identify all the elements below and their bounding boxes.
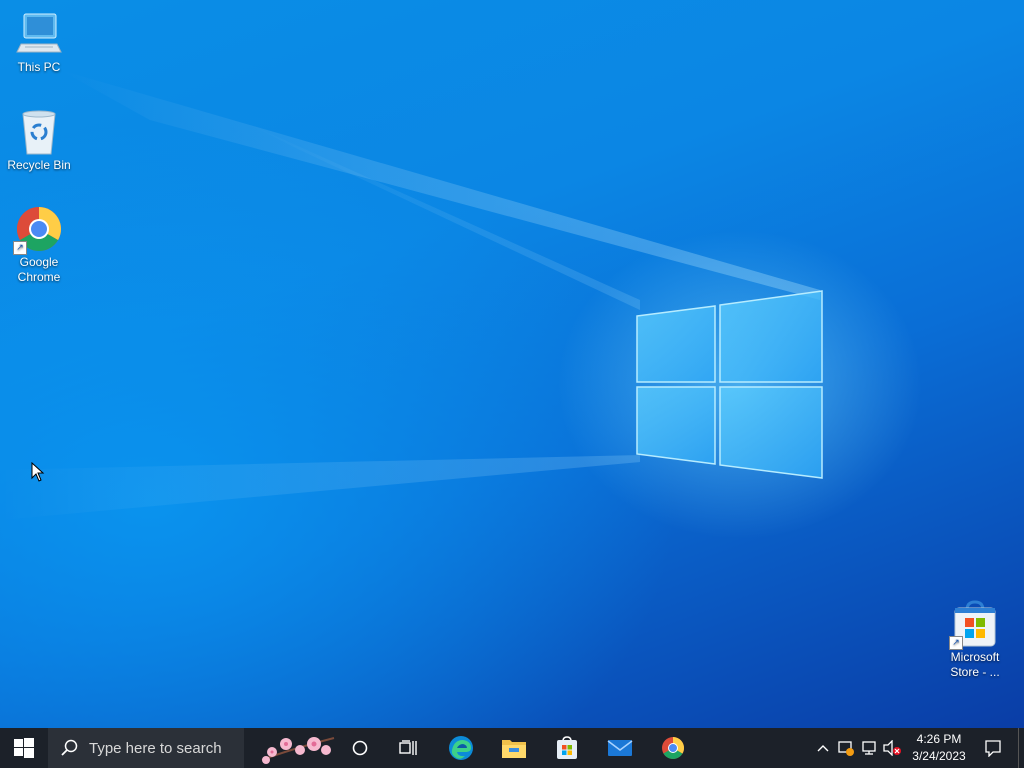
- search-highlights-button[interactable]: [258, 728, 338, 768]
- volume-muted-icon: [883, 740, 901, 756]
- desktop-icon-label: This PC: [17, 60, 61, 74]
- mouse-cursor-icon: [31, 462, 45, 482]
- tray-network-button[interactable]: [858, 728, 880, 768]
- update-warning-icon: [838, 741, 854, 756]
- clock-time: 4:26 PM: [916, 732, 962, 746]
- cortana-button[interactable]: [344, 728, 376, 768]
- start-button[interactable]: [0, 728, 48, 768]
- chevron-up-icon: [817, 745, 829, 752]
- recycle-bin-icon: [15, 108, 63, 156]
- taskbar: Type here to search 4:26 PM 3/24/2023: [0, 728, 1024, 768]
- tray-update-button[interactable]: [835, 728, 857, 768]
- taskbar-edge-button[interactable]: [442, 728, 480, 768]
- clock-date: 3/24/2023: [912, 749, 966, 763]
- file-explorer-icon: [502, 740, 526, 758]
- desktop-icon-microsoft-store[interactable]: ↗ Microsoft Store - ...: [938, 600, 1012, 680]
- chrome-icon: [662, 737, 684, 759]
- network-icon: [862, 741, 876, 755]
- taskbar-store-button[interactable]: [548, 728, 586, 768]
- desktop-icon-label-line1: Microsoft: [950, 650, 1000, 664]
- store-icon: ↗: [949, 600, 999, 650]
- shortcut-arrow-icon: ↗: [949, 636, 963, 650]
- taskbar-clock[interactable]: 4:26 PM 3/24/2023: [904, 728, 974, 768]
- taskbar-chrome-button[interactable]: [654, 728, 692, 768]
- show-hidden-icons-button[interactable]: [812, 728, 834, 768]
- task-view-button[interactable]: [392, 728, 424, 768]
- taskbar-search-box[interactable]: Type here to search: [48, 728, 244, 768]
- this-pc-icon: [15, 10, 63, 58]
- desktop-icon-recycle-bin[interactable]: Recycle Bin: [2, 108, 76, 173]
- edge-icon: [449, 736, 473, 760]
- desktop-icon-label-line1: Google: [19, 255, 59, 269]
- wallpaper-light-beams: [0, 70, 820, 520]
- search-icon: [61, 739, 78, 756]
- desktop-icon-label: Recycle Bin: [7, 158, 71, 172]
- desktop-icon-this-pc[interactable]: This PC: [2, 10, 76, 75]
- desktop-icon-label-line2: Store - ...: [950, 665, 1000, 679]
- notification-icon: [985, 740, 1001, 757]
- taskbar-file-explorer-button[interactable]: [495, 728, 533, 768]
- cherry-blossom-icon: [261, 737, 335, 764]
- shortcut-arrow-icon: ↗: [13, 241, 27, 255]
- desktop-icon-google-chrome[interactable]: ↗ Google Chrome: [2, 205, 76, 285]
- task-view-icon: [399, 740, 417, 755]
- desktop[interactable]: This PC Recycle Bin ↗ Google Chrome ↗ Mi…: [0, 0, 1024, 728]
- taskbar-mail-button[interactable]: [601, 728, 639, 768]
- desktop-icon-label-line2: Chrome: [17, 270, 61, 284]
- windows-logo-wallpaper: [636, 290, 823, 479]
- search-placeholder: Type here to search: [89, 739, 222, 757]
- mail-icon: [607, 740, 633, 756]
- chrome-icon: ↗: [13, 205, 63, 255]
- tray-volume-button[interactable]: [881, 728, 903, 768]
- show-desktop-button[interactable]: [1018, 728, 1024, 768]
- store-icon: [557, 736, 577, 759]
- cortana-circle-icon: [352, 740, 368, 756]
- windows-start-icon: [14, 738, 34, 758]
- action-center-button[interactable]: [978, 728, 1008, 768]
